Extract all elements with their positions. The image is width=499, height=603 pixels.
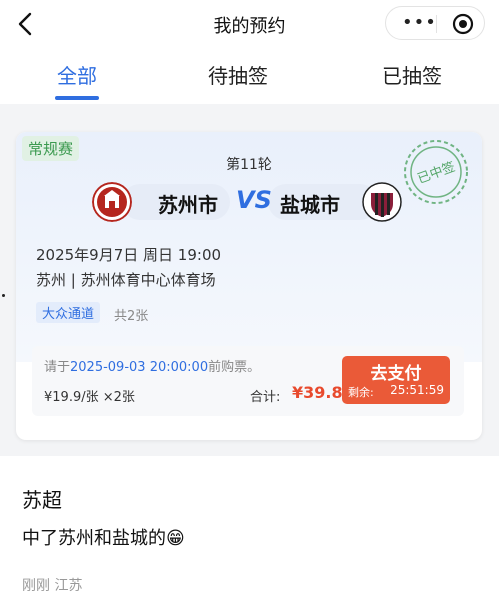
tab-pending-draw[interactable]: 待抽签: [178, 60, 298, 89]
tab-drawn[interactable]: 已抽签: [352, 60, 472, 89]
post-body: 中了苏州和盐城的😁: [22, 528, 185, 549]
won-stamp-icon: 已中签: [404, 140, 468, 204]
purchase-deadline: 请于2025-09-03 20:00:00前购票。: [44, 360, 261, 375]
capsule-divider: [436, 15, 437, 33]
countdown-timer: 25:51:59: [390, 383, 444, 397]
top-bar: 我的预约 •••: [0, 0, 499, 48]
active-tab-indicator: [55, 96, 99, 100]
record-target-icon[interactable]: [452, 13, 474, 35]
away-team-name: 盐城市: [280, 193, 340, 217]
unit-price: ¥19.9/张 ×2张: [44, 390, 135, 405]
home-team-logo: [92, 182, 132, 222]
home-team-name: 苏州市: [158, 193, 218, 217]
pay-button[interactable]: 去支付 剩余: 25:51:59: [342, 356, 450, 404]
post-title: 苏超: [22, 488, 62, 512]
more-dots-icon[interactable]: •••: [402, 14, 437, 32]
match-datetime: 2025年9月7日 周日 19:00: [36, 246, 222, 264]
tab-bar: 全部 待抽签 已抽签: [0, 52, 499, 102]
ticket-count: 共2张: [114, 309, 149, 324]
stamp-text: 已中签: [415, 159, 457, 187]
stray-dot: [2, 294, 5, 297]
tab-all[interactable]: 全部: [17, 60, 137, 89]
pay-button-label: 去支付: [370, 364, 422, 384]
reservation-card[interactable]: 常规赛 第11轮 已中签 苏州市 VS 盐城市 2025年9月7日 周日 19:…: [16, 132, 482, 440]
post-meta: 刚刚 江苏: [22, 578, 83, 594]
total-label: 合计:: [250, 390, 281, 405]
mini-program-capsule: •••: [385, 6, 485, 40]
total-amount: ¥39.8: [292, 383, 343, 402]
remaining-label: 剩余:: [348, 386, 374, 399]
payment-panel: 请于2025-09-03 20:00:00前购票。 ¥19.9/张 ×2张 合计…: [32, 346, 464, 416]
vs-label: VS: [236, 186, 272, 214]
channel-badge: 大众通道: [36, 302, 101, 323]
away-team-logo: [362, 182, 402, 222]
match-venue: 苏州 | 苏州体育中心体育场: [36, 271, 216, 289]
